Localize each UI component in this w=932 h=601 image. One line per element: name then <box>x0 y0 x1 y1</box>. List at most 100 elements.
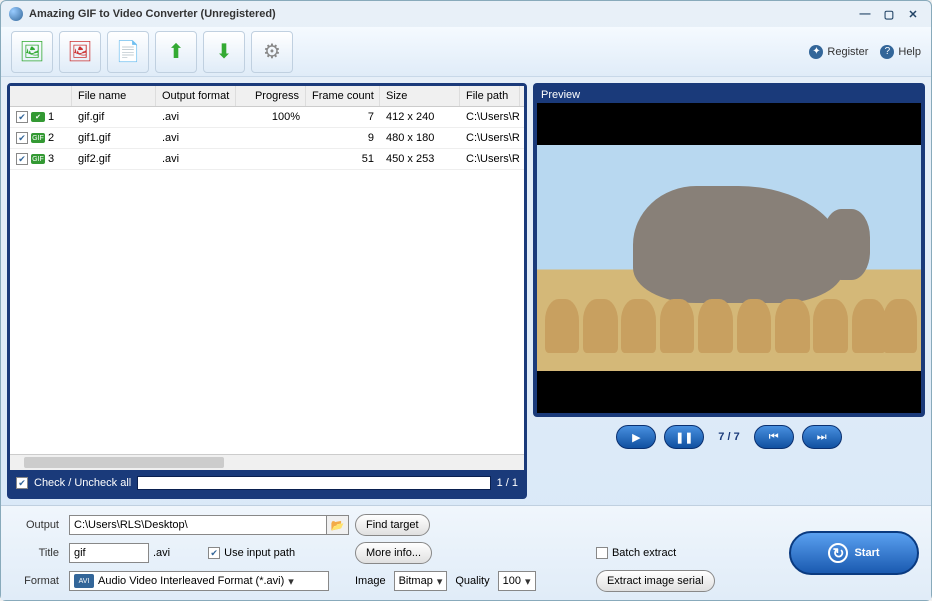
pause-icon: ❚❚ <box>675 431 693 444</box>
play-icon: ▶ <box>632 431 640 444</box>
next-frame-button[interactable]: ⏭ <box>802 425 842 449</box>
done-icon: ✔ <box>31 112 45 122</box>
remove-image-icon: 🖼 <box>67 39 92 64</box>
register-link[interactable]: ✦Register <box>809 45 868 59</box>
cell-format: .avi <box>156 107 236 127</box>
cell-frames: 9 <box>306 128 380 148</box>
batch-extract-label: Batch extract <box>612 547 676 559</box>
preview-box: Preview <box>533 83 925 417</box>
preview-image <box>537 103 921 413</box>
gif-icon: GIF <box>31 154 45 164</box>
cell-format: .avi <box>156 149 236 169</box>
move-down-button[interactable]: ⬇ <box>203 31 245 73</box>
extract-image-serial-button[interactable]: Extract image serial <box>596 570 715 592</box>
app-logo-icon <box>9 7 23 21</box>
cell-path: C:\Users\R <box>460 128 520 148</box>
col-progress[interactable]: Progress <box>236 86 306 106</box>
preview-scene <box>537 145 921 371</box>
title-input[interactable]: gif <box>69 543 149 563</box>
browse-button[interactable]: 📂 <box>327 515 349 535</box>
avi-icon: AVI <box>74 574 94 588</box>
cell-progress <box>236 128 306 148</box>
find-target-button[interactable]: Find target <box>355 514 430 536</box>
col-size[interactable]: Size <box>380 86 460 106</box>
batch-extract-checkbox[interactable] <box>596 547 608 559</box>
skip-forward-icon: ⏭ <box>817 431 827 444</box>
frame-counter: 7 / 7 <box>712 431 745 443</box>
prev-frame-button[interactable]: ⏮ <box>754 425 794 449</box>
row-checkbox[interactable]: ✔ <box>16 132 28 144</box>
play-button[interactable]: ▶ <box>616 425 656 449</box>
row-checkbox[interactable]: ✔ <box>16 111 28 123</box>
format-select[interactable]: AVIAudio Video Interleaved Format (*.avi… <box>69 571 329 591</box>
cell-filename: gif.gif <box>72 107 156 127</box>
maximize-button[interactable]: ▢ <box>879 6 899 22</box>
file-list-panel: File name Output format Progress Frame c… <box>7 83 527 499</box>
table-row[interactable]: ✔GIF2gif1.gif.avi9480 x 180C:\Users\R <box>10 128 524 149</box>
horizontal-scrollbar[interactable] <box>10 454 524 470</box>
pause-button[interactable]: ❚❚ <box>664 425 704 449</box>
title-ext: .avi <box>153 547 170 559</box>
use-input-path-checkbox[interactable]: ✔ <box>208 547 220 559</box>
col-file-path[interactable]: File path <box>460 86 520 106</box>
preview-panel: Preview ▶ ❚❚ 7 / 7 ⏮ ⏭ <box>533 83 925 499</box>
cell-progress <box>236 149 306 169</box>
use-input-path-label: Use input path <box>224 547 295 559</box>
close-button[interactable]: ✕ <box>903 6 923 22</box>
settings-button[interactable]: ⚙ <box>251 31 293 73</box>
output-fields: Output C:\Users\RLS\Desktop\ 📂 Find targ… <box>13 514 769 592</box>
preview-label: Preview <box>537 87 921 103</box>
col-frame-count[interactable]: Frame count <box>306 86 380 106</box>
format-label: Format <box>13 575 63 587</box>
output-path-input[interactable]: C:\Users\RLS\Desktop\ <box>69 515 327 535</box>
key-icon: ✦ <box>809 45 823 59</box>
add-file-button[interactable]: 🖼 <box>11 31 53 73</box>
table-row[interactable]: ✔✔1gif.gif.avi100%7412 x 240C:\Users\R <box>10 107 524 128</box>
move-up-button[interactable]: ⬆ <box>155 31 197 73</box>
cell-progress: 100% <box>236 107 306 127</box>
cell-frames: 51 <box>306 149 380 169</box>
letterbox-bottom <box>537 371 921 413</box>
window-title: Amazing GIF to Video Converter (Unregist… <box>29 8 851 20</box>
arrow-down-icon: ⬇ <box>216 39 233 64</box>
image-label: Image <box>355 575 386 587</box>
row-checkbox[interactable]: ✔ <box>16 153 28 165</box>
title-label: Title <box>13 547 63 559</box>
cell-filename: gif2.gif <box>72 149 156 169</box>
grid-body: ✔✔1gif.gif.avi100%7412 x 240C:\Users\R✔G… <box>10 107 524 454</box>
remove-file-button[interactable]: 🖼 <box>59 31 101 73</box>
table-row[interactable]: ✔GIF3gif2.gif.avi51450 x 253C:\Users\R <box>10 149 524 170</box>
add-image-icon: 🖼 <box>19 39 44 64</box>
clear-list-button[interactable]: 📄 <box>107 31 149 73</box>
gear-icon: ⚙ <box>263 39 281 64</box>
bottom-bar: Output C:\Users\RLS\Desktop\ 📂 Find targ… <box>1 505 931 600</box>
col-filename[interactable]: File name <box>72 86 156 106</box>
refresh-icon: ↻ <box>828 543 848 563</box>
scrollbar-thumb[interactable] <box>24 457 224 468</box>
list-footer: ✔ Check / Uncheck all 1 / 1 <box>10 470 524 496</box>
main-area: File name Output format Progress Frame c… <box>1 77 931 505</box>
cell-size: 450 x 253 <box>380 149 460 169</box>
help-link[interactable]: ?Help <box>880 45 921 59</box>
check-all-label: Check / Uncheck all <box>34 477 131 489</box>
cell-size: 480 x 180 <box>380 128 460 148</box>
quality-label: Quality <box>455 575 489 587</box>
quality-select[interactable]: 100 <box>498 571 536 591</box>
output-label: Output <box>13 519 63 531</box>
more-info-button[interactable]: More info... <box>355 542 432 564</box>
cell-size: 412 x 240 <box>380 107 460 127</box>
cell-path: C:\Users\R <box>460 107 520 127</box>
check-all-checkbox[interactable]: ✔ <box>16 477 28 489</box>
image-format-select[interactable]: Bitmap <box>394 571 448 591</box>
col-output-format[interactable]: Output format <box>156 86 236 106</box>
cell-path: C:\Users\R <box>460 149 520 169</box>
col-check[interactable] <box>10 86 72 106</box>
minimize-button[interactable]: — <box>855 6 875 22</box>
antelope-herd <box>537 285 921 353</box>
gif-icon: GIF <box>31 133 45 143</box>
overall-progress-bar <box>137 476 490 490</box>
folder-icon: 📂 <box>331 519 345 532</box>
arrow-up-icon: ⬆ <box>168 39 185 64</box>
cell-filename: gif1.gif <box>72 128 156 148</box>
start-button[interactable]: ↻ Start <box>789 531 919 575</box>
